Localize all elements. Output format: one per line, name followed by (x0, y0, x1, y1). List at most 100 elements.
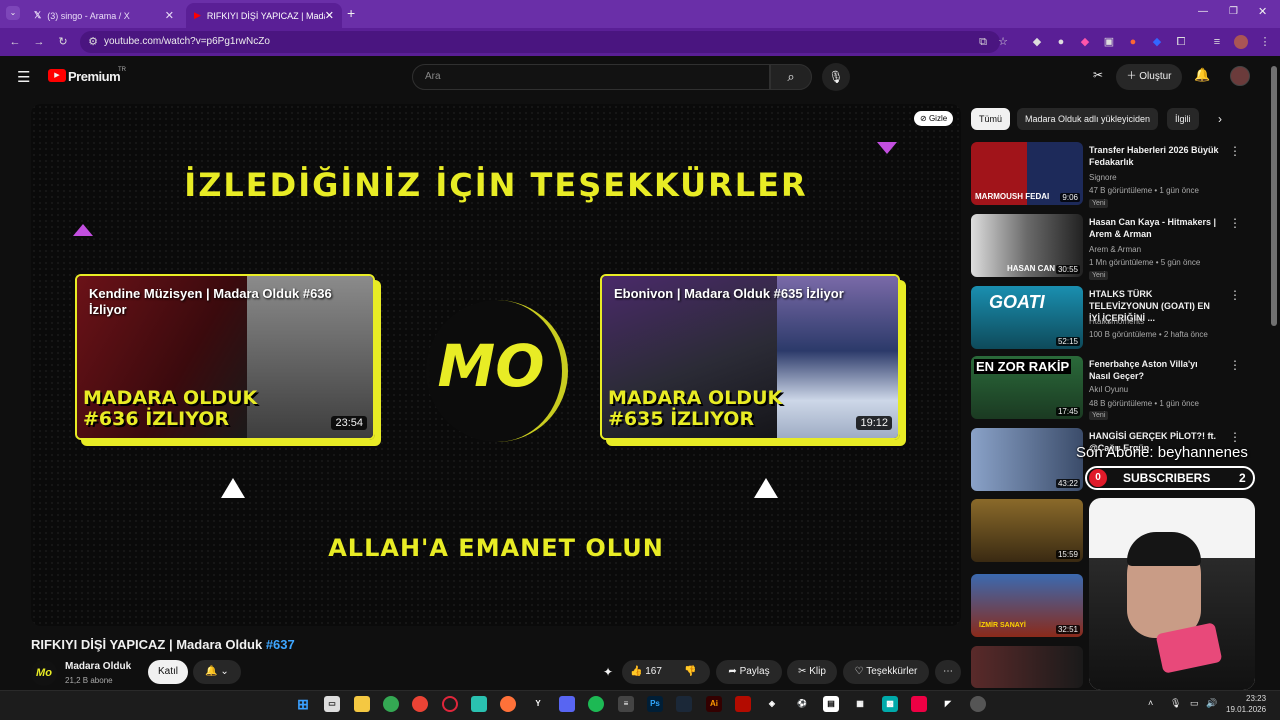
app-icon[interactable]: ▤ (823, 696, 839, 712)
app-icon[interactable]: ▩ (882, 696, 898, 712)
video-channel[interactable]: Akıl Oyunu (1089, 385, 1128, 394)
taskbar-clock[interactable]: 23:23 19.01.2026 (1226, 693, 1266, 715)
profile-avatar-icon[interactable] (1234, 35, 1248, 49)
chip-from-uploader[interactable]: Madara Olduk adlı yükleyiciden (1017, 108, 1159, 130)
extension-icon[interactable]: ◆ (1078, 35, 1092, 49)
extension-icon[interactable]: ◆ (1030, 35, 1044, 49)
more-options-icon[interactable]: ⋮ (1229, 358, 1241, 372)
volume-icon[interactable]: 🔊 (1206, 698, 1217, 709)
search-input[interactable]: Ara (412, 64, 770, 90)
forward-icon[interactable]: → (32, 35, 46, 49)
video-thumbnail[interactable]: İZMİR SANAYİ 32:51 (971, 574, 1083, 637)
bookmark-star-icon[interactable]: ☆ (996, 35, 1010, 49)
install-icon[interactable]: ⧉ (976, 35, 990, 49)
extension-icon[interactable]: ◆ (1150, 35, 1164, 49)
recommended-video[interactable]: HASAN CAN 30:55 Hasan Can Kaya - Hitmaker… (971, 214, 1271, 280)
minimize-icon[interactable]: — (1198, 6, 1208, 17)
create-button[interactable]: ＋ Oluştur (1116, 64, 1182, 90)
obs-icon[interactable] (970, 696, 986, 712)
recommended-video[interactable]: MARMOUSH FEDAI 9:06 Transfer Haberleri 20… (971, 142, 1271, 208)
extension-icon[interactable]: ● (1054, 35, 1068, 49)
discord-icon[interactable] (559, 696, 575, 712)
channel-name[interactable]: Madara Olduk (65, 661, 131, 672)
notifications-bell-icon[interactable]: 🔔 (1194, 67, 1210, 83)
video-title[interactable]: Fenerbahçe Aston Villa'yı Nasıl Geçer? (1089, 358, 1219, 382)
site-info-icon[interactable]: ⚙ (86, 35, 100, 49)
app-icon[interactable]: ⚽ (794, 696, 810, 712)
video-channel[interactable]: Arem & Arman (1089, 245, 1141, 254)
video-channel[interactable]: Signore (1089, 173, 1117, 182)
recommended-video[interactable]: GOATI 52:15 HTALKS TÜRK TELEVİZYONUN (GOA… (971, 286, 1271, 350)
app-icon[interactable]: ◤ (940, 696, 956, 712)
video-title[interactable]: Transfer Haberleri 2026 Büyük Fedakarlık (1089, 144, 1219, 168)
more-options-icon[interactable]: ⋮ (1229, 144, 1241, 158)
chip-related[interactable]: İlgili (1167, 108, 1199, 130)
recommended-video[interactable]: EN ZOR RAKİP 17:45 Fenerbahçe Aston Villa… (971, 356, 1271, 420)
channel-logo-circle[interactable]: MO (426, 300, 568, 442)
video-thumbnail[interactable]: 43:22 (971, 428, 1083, 491)
hide-cards-button[interactable]: ⊘ Gizle (914, 111, 954, 126)
network-icon[interactable]: ▭ (1190, 698, 1199, 709)
video-player[interactable]: ⊘ Gizle İZLEDİĞİNİZ İÇİN TEŞEKKÜRLER Ken… (31, 104, 961, 626)
sparkle-icon[interactable]: ✦ (603, 665, 613, 679)
video-thumbnail[interactable]: EN ZOR RAKİP 17:45 (971, 356, 1083, 419)
youtube-premium-logo[interactable]: Premium (68, 69, 121, 84)
maximize-icon[interactable]: ❐ (1229, 6, 1238, 17)
video-thumbnail[interactable]: 15:59 (971, 499, 1083, 562)
tab-x-search[interactable]: 𝕏 (3) singo - Arama / X ✕ (26, 3, 182, 28)
more-actions-button[interactable]: ⋯ (935, 660, 961, 684)
close-window-icon[interactable]: ✕ (1258, 5, 1267, 18)
video-thumbnail[interactable]: HASAN CAN 30:55 (971, 214, 1083, 277)
illustrator-icon[interactable]: Ai (706, 696, 722, 712)
app-icon[interactable]: ▦ (852, 696, 868, 712)
video-thumbnail[interactable] (971, 646, 1083, 688)
clip-icon[interactable]: ✂ (1093, 68, 1103, 82)
new-tab-button[interactable]: + (347, 5, 355, 21)
reload-icon[interactable]: ↻ (56, 35, 70, 49)
video-channel[interactable]: Htalksmoments (1089, 317, 1144, 326)
app-icon[interactable]: ◈ (764, 696, 780, 712)
chrome-profile-icon[interactable] (412, 696, 428, 712)
thumbs-down-icon[interactable]: 👎 (684, 660, 696, 684)
file-explorer-icon[interactable] (354, 696, 370, 712)
extensions-puzzle-icon[interactable]: ⧠ (1174, 35, 1188, 49)
app-icon[interactable] (911, 696, 927, 712)
youtube-logo-icon[interactable]: ▶ (48, 69, 66, 82)
thumbs-up-icon[interactable]: 👍 (630, 666, 645, 677)
end-card-video-636[interactable]: Kendine Müzisyen | Madara Olduk #636 İzl… (75, 274, 375, 440)
video-thumbnail[interactable]: MARMOUSH FEDAI 9:06 (971, 142, 1083, 205)
opera-icon[interactable] (442, 696, 458, 712)
task-view-icon[interactable]: ▭ (324, 696, 340, 712)
windows-start-icon[interactable]: ⊞ (295, 696, 311, 712)
video-hashtag[interactable]: #637 (266, 637, 295, 652)
more-options-icon[interactable]: ⋮ (1229, 288, 1241, 302)
close-tab-icon[interactable]: ✕ (325, 9, 334, 22)
video-title[interactable]: Hasan Can Kaya - Hitmakers | Arem & Arma… (1089, 216, 1219, 240)
video-thumbnail[interactable]: GOATI 52:15 (971, 286, 1083, 349)
share-button[interactable]: ➦ Paylaş (716, 660, 782, 684)
chip-all[interactable]: Tümü (971, 108, 1011, 130)
thanks-button[interactable]: ♡ Teşekkürler (843, 660, 929, 684)
more-options-icon[interactable]: ⋮ (1229, 216, 1241, 230)
extension-icon[interactable]: ▣ (1102, 35, 1116, 49)
back-icon[interactable]: ← (8, 35, 22, 49)
more-options-icon[interactable]: ⋮ (1229, 430, 1241, 444)
voice-search-mic-icon[interactable]: 🎙 (822, 63, 850, 91)
channel-avatar[interactable]: Mo (31, 660, 57, 686)
extension-icon[interactable]: ● (1126, 35, 1140, 49)
join-button[interactable]: Katıl (148, 660, 188, 684)
tab-youtube[interactable]: ▶ RIFKIYI DİŞİ YAPICAZ | Madara O ✕ (186, 3, 342, 28)
chevron-right-icon[interactable]: › (1218, 112, 1222, 126)
account-avatar[interactable] (1230, 66, 1250, 86)
app-icon[interactable] (471, 696, 487, 712)
firefox-icon[interactable] (500, 696, 516, 712)
tray-chevron-icon[interactable]: ˄ (1148, 698, 1153, 708)
subscription-bell-button[interactable]: 🔔 ⌄ (193, 660, 241, 684)
yandex-icon[interactable]: Y (530, 696, 546, 712)
reading-list-icon[interactable]: ≡ (1210, 35, 1224, 49)
page-scrollbar[interactable] (1271, 66, 1277, 326)
steam-icon[interactable] (676, 696, 692, 712)
chrome-icon[interactable] (383, 696, 399, 712)
spotify-icon[interactable] (588, 696, 604, 712)
photoshop-icon[interactable]: Ps (647, 696, 663, 712)
